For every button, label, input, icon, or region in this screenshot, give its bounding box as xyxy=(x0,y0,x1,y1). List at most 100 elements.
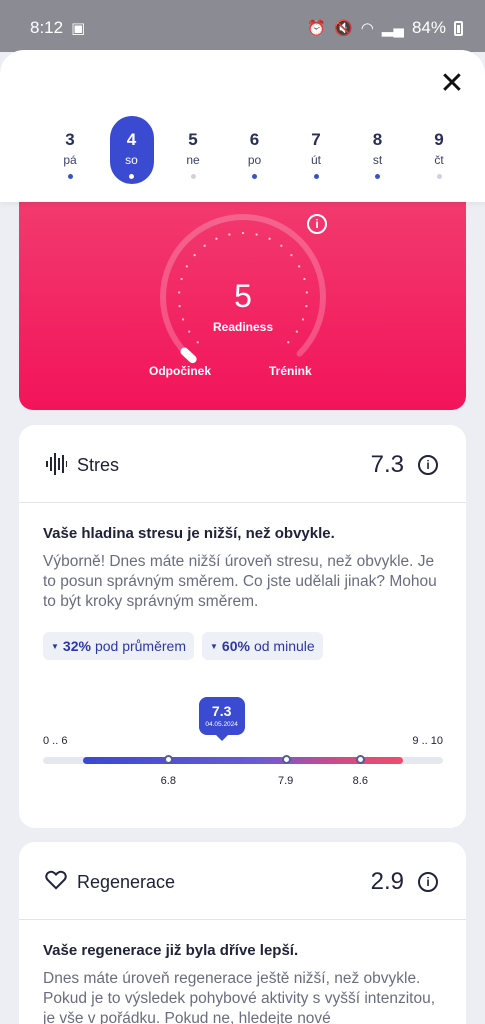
day-indicator-dot xyxy=(375,174,380,179)
range-marker xyxy=(281,755,291,764)
current-value-bubble: 7.3 04.05.2024 xyxy=(198,697,245,741)
gauge-tick xyxy=(185,265,188,268)
gauge-tick xyxy=(305,291,308,294)
day-8[interactable]: 8 st xyxy=(356,116,400,184)
gauge-tick xyxy=(215,237,218,240)
gauge-tick xyxy=(181,318,185,321)
readiness-card: i 5 Readiness Odpočinek Trénink xyxy=(19,200,466,410)
day-5[interactable]: 5 ne xyxy=(171,116,215,184)
range-low-label: 0 .. 6 xyxy=(43,735,68,747)
stress-score: 7.3 xyxy=(370,451,404,478)
gauge-indicator xyxy=(180,347,197,364)
stress-description: Výborně! Dnes máte nižší úroveň stresu, … xyxy=(43,553,437,610)
day-7[interactable]: 7 út xyxy=(294,116,338,184)
day-weekday: út xyxy=(310,153,321,167)
readiness-info-icon[interactable]: i xyxy=(307,214,327,234)
stress-headline: Vaše hladina stresu je nižší, než obvykl… xyxy=(43,525,335,542)
since-last-chip: ▼ 60% od minule xyxy=(202,632,323,660)
status-bar: 8:12 ▣ ⏰ 🔇 ◠ ▂▄ 84% xyxy=(0,0,485,52)
tick-label: 7.9 xyxy=(278,775,294,787)
gauge-tick xyxy=(295,330,298,333)
day-weekday: čt xyxy=(434,153,444,167)
gauge-tick xyxy=(305,305,308,308)
day-indicator-dot xyxy=(252,174,257,179)
day-weekday: po xyxy=(247,153,262,167)
battery-percent: 84% xyxy=(411,18,446,37)
day-weekday: pá xyxy=(63,153,77,167)
battery-icon xyxy=(454,20,463,36)
day-number: 6 xyxy=(249,130,260,149)
day-number: 5 xyxy=(188,130,198,149)
regeneration-headline: Vaše regenerace již byla dříve lepší. xyxy=(43,942,299,959)
gauge-tick xyxy=(303,277,306,281)
day-weekday: ne xyxy=(186,153,200,167)
gauge-tick xyxy=(178,305,181,308)
day-indicator-dot xyxy=(129,174,134,179)
close-button[interactable]: ✕ xyxy=(437,67,467,100)
gauge-tick xyxy=(255,233,258,236)
range-gradient xyxy=(83,757,403,764)
readiness-label: Readiness xyxy=(212,320,274,334)
gauge-tick xyxy=(193,253,196,257)
gauge-tick xyxy=(180,277,183,281)
triangle-down-icon: ▼ xyxy=(210,641,218,651)
day-selector: 3 pá 4 so 5 ne 6 po 7 út 8 st 9 čt xyxy=(48,116,468,186)
stress-card-header: Stres 7.3 i xyxy=(19,425,466,503)
gauge-tick xyxy=(241,231,245,235)
waveform-icon xyxy=(46,453,67,475)
gauge-tick xyxy=(203,244,206,247)
mute-icon: 🔇 xyxy=(334,20,353,37)
wifi-icon: ◠ xyxy=(360,20,374,37)
close-icon: ✕ xyxy=(439,67,465,100)
day-weekday: st xyxy=(372,153,383,167)
gauge-tick xyxy=(290,253,293,257)
gauge-tick xyxy=(188,330,191,333)
stress-card[interactable]: Stres 7.3 i Vaše hladina stresu je nižší… xyxy=(19,425,466,828)
gauge-tick xyxy=(196,341,199,344)
image-icon: ▣ xyxy=(71,20,86,37)
day-indicator-dot xyxy=(436,174,442,179)
regeneration-description: Dnes máte úroveň regenerace ještě nižší,… xyxy=(43,970,436,1024)
day-6[interactable]: 6 po xyxy=(233,116,277,184)
day-number: 9 xyxy=(434,130,444,149)
day-9[interactable]: 9 čt xyxy=(417,116,461,184)
readiness-left-label: Odpočinek xyxy=(149,364,212,378)
stress-range-bar: 0 .. 6 9 .. 10 7.3 04.05.2024 6.8 7.9 8.… xyxy=(43,695,443,795)
day-number: 7 xyxy=(311,130,321,149)
gauge-tick xyxy=(178,291,181,294)
regeneration-card[interactable]: Regenerace 2.9 i Vaše regenerace již byl… xyxy=(19,842,466,1024)
regeneration-score: 2.9 xyxy=(370,868,404,895)
stress-title: Stres xyxy=(77,455,120,475)
regeneration-title: Regenerace xyxy=(77,872,176,892)
day-3[interactable]: 3 pá xyxy=(48,116,92,184)
status-time: 8:12 xyxy=(30,18,64,37)
stress-info-icon[interactable]: i xyxy=(418,455,438,475)
regeneration-info-icon[interactable]: i xyxy=(418,872,438,892)
bottom-sheet: ✕ 3 pá 4 so 5 ne 6 po 7 út 8 st 9 čt i 5 Readiness Od… xyxy=(0,50,485,1024)
day-number: 8 xyxy=(372,130,383,149)
alarm-icon: ⏰ xyxy=(307,20,327,37)
day-number: 4 xyxy=(126,130,137,149)
gauge-tick xyxy=(287,341,290,344)
day-4[interactable]: 4 so xyxy=(109,116,154,184)
sheet-header: ✕ 3 pá 4 so 5 ne 6 po 7 út 8 st 9 čt xyxy=(0,50,485,202)
signal-icon: ▂▄ xyxy=(381,20,404,37)
gauge-tick xyxy=(268,237,271,240)
gauge-tick xyxy=(280,244,283,247)
day-weekday: so xyxy=(125,153,138,167)
triangle-down-icon: ▼ xyxy=(51,641,59,651)
gauge-tick xyxy=(301,318,305,321)
below-average-chip: ▼ 32% pod průměrem xyxy=(43,632,194,660)
range-high-label: 9 .. 10 xyxy=(412,735,443,747)
tick-label: 8.6 xyxy=(352,775,368,787)
regeneration-card-header: Regenerace 2.9 i xyxy=(19,842,466,920)
readiness-value: 5 xyxy=(234,278,252,314)
readiness-right-label: Trénink xyxy=(269,364,312,378)
gauge-tick xyxy=(298,265,301,268)
day-indicator-dot xyxy=(190,174,196,179)
day-number: 3 xyxy=(65,130,75,149)
day-indicator-dot xyxy=(313,174,319,179)
heart-icon xyxy=(45,870,67,890)
tick-label: 6.8 xyxy=(160,775,176,787)
day-indicator-dot xyxy=(67,174,73,179)
